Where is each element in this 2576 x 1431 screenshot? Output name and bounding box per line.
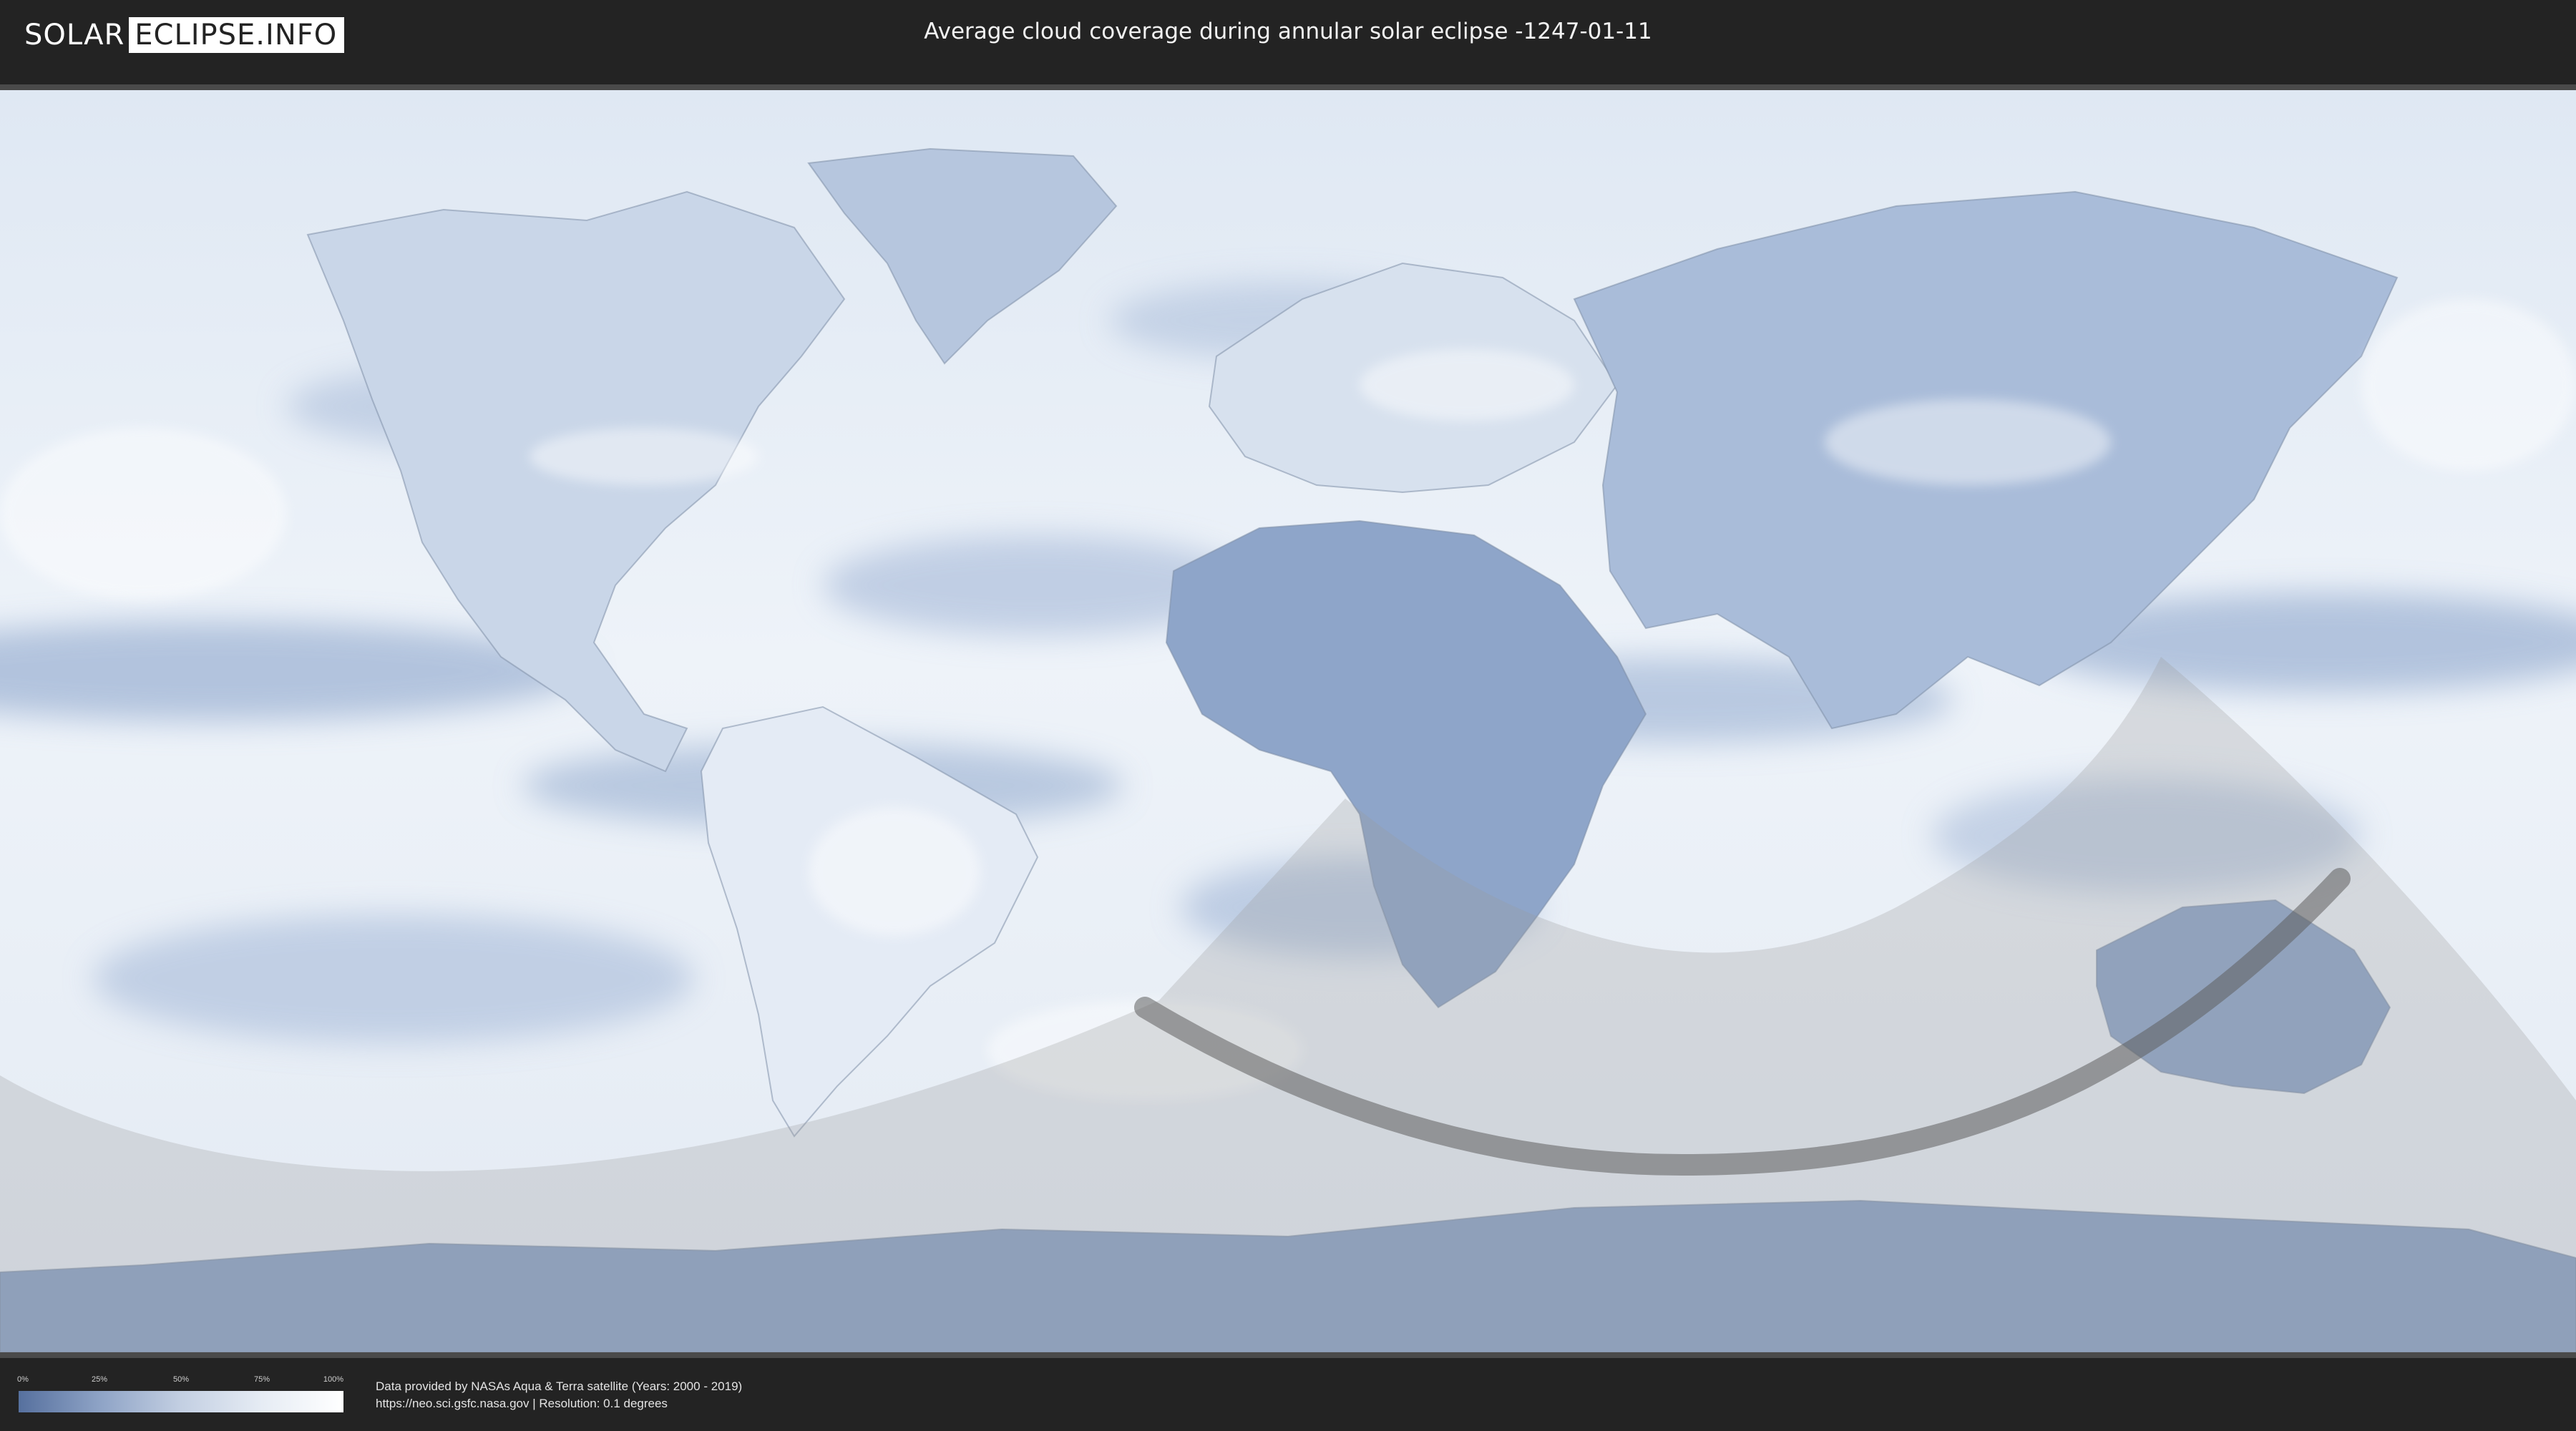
legend-tick-75: 75% xyxy=(253,1375,270,1384)
legend-tick-0: 0% xyxy=(17,1375,29,1384)
legend-color-bar xyxy=(19,1391,343,1412)
cloud-coverage-map xyxy=(0,84,2576,1358)
legend-tick-labels: 0% 25% 50% 75% 100% xyxy=(17,1375,344,1385)
data-credit-line-2[interactable]: https://neo.sci.gsfc.nasa.gov | Resoluti… xyxy=(376,1397,668,1411)
footer-bar xyxy=(0,1359,2576,1431)
legend-tick-100: 100% xyxy=(323,1375,344,1384)
page-title: Average cloud coverage during annular so… xyxy=(924,19,1652,44)
map-bottom-edge xyxy=(0,1352,2576,1358)
legend-tick-50: 50% xyxy=(172,1375,190,1384)
world-map-svg xyxy=(0,84,2576,1358)
map-top-edge xyxy=(0,84,2576,90)
legend-tick-25: 25% xyxy=(91,1375,108,1384)
data-credit-line-1: Data provided by NASAs Aqua & Terra sate… xyxy=(376,1379,743,1393)
header-bar: SOLAR ECLIPSE.INFO Average cloud coverag… xyxy=(0,0,2576,70)
